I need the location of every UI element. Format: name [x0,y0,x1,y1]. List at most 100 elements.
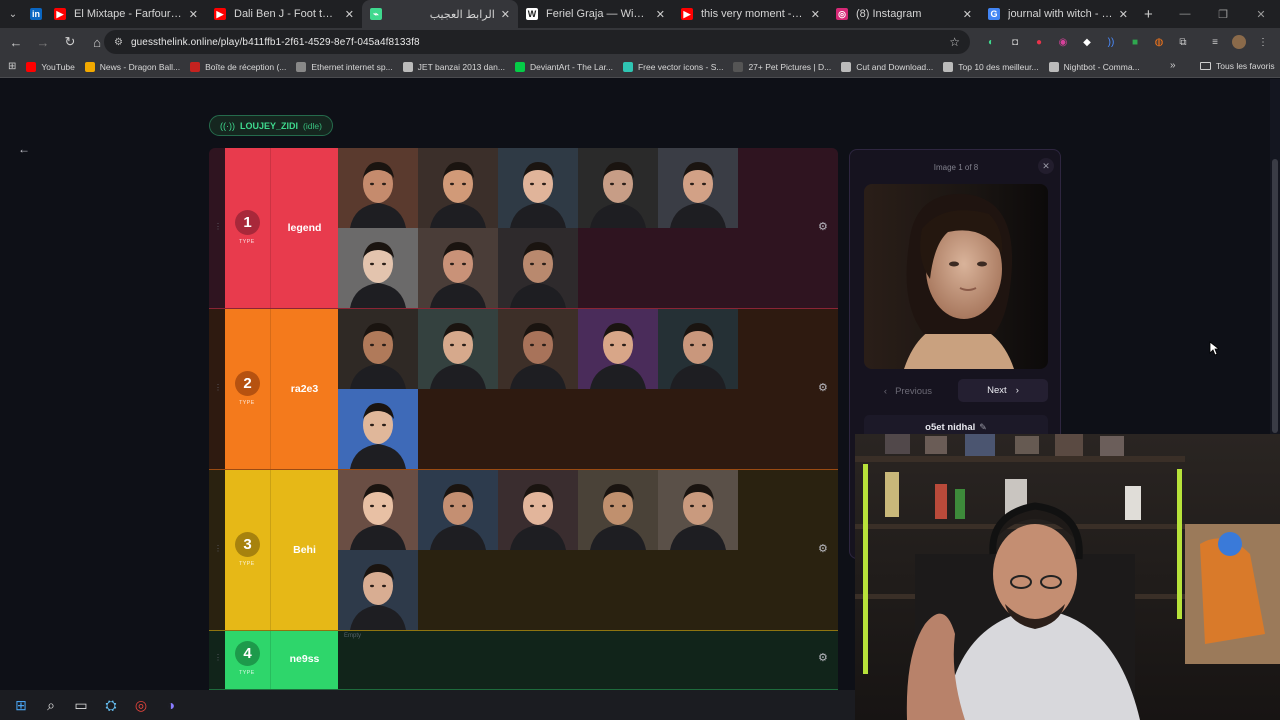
bookmark-item[interactable]: News - Dragon Ball... [84,61,180,72]
site-icon: ⌁ [370,8,382,20]
actor-image-tile[interactable] [338,470,418,550]
close-tab-icon[interactable]: ✕ [963,8,972,21]
tier-name: Behi [293,544,316,556]
tier-label[interactable]: 3 TYPE Behi [225,470,338,631]
camera-extension-icon[interactable]: ◘ [1006,33,1024,51]
actor-image-tile[interactable] [498,228,578,308]
search-icon[interactable]: ⌕ [42,696,60,714]
actor-image-tile[interactable] [498,148,578,228]
back-arrow-icon[interactable]: ← [14,139,34,159]
extension-icon[interactable]: ◆ [1078,33,1096,51]
steam-icon[interactable]: ⛭ [102,696,120,714]
actor-image-tile[interactable] [338,228,418,308]
edit-pencil-icon[interactable]: ✎ [979,422,987,432]
actor-image-tile[interactable] [418,470,498,550]
browser-tab[interactable]: ⌁ الرابط العجيب ✕ [362,0,518,28]
media-control-icon[interactable]: ≡ [1206,33,1224,51]
bookmark-favicon-icon [84,61,95,72]
all-bookmarks-button[interactable]: Tous les favoris [1200,61,1275,71]
bookmark-item[interactable]: Cut and Download... [841,61,933,72]
close-tab-icon[interactable]: ✕ [189,8,198,21]
close-window-icon[interactable]: ✕ [1242,0,1280,28]
actor-image-tile[interactable] [338,550,418,630]
browser-tab[interactable]: ▶ this very moment - YouTube ✕ [673,0,828,28]
avatar[interactable] [1230,33,1248,51]
actor-image-tile[interactable] [418,148,498,228]
tab-search-icon[interactable]: ⌄ [0,0,26,28]
previous-button[interactable]: ‹ Previous [864,380,952,402]
close-tab-icon[interactable]: ✕ [656,8,665,21]
close-tab-icon[interactable]: ✕ [501,8,510,21]
actor-image-tile[interactable] [658,470,738,550]
tier-settings-gear-icon[interactable]: ⚙ [818,651,828,664]
close-tab-icon[interactable]: ✕ [811,8,820,21]
minimize-icon[interactable]: — [1166,0,1204,28]
browser-tab[interactable]: ▶ El Mixtape - Farfouri - YouTube ✕ [46,0,206,28]
close-tab-icon[interactable]: ✕ [345,8,354,21]
new-tab-button[interactable]: + [1144,6,1153,23]
discord-icon[interactable]: ◑ [162,696,180,714]
close-tab-icon[interactable]: ✕ [1119,8,1128,21]
bookmark-item[interactable]: Boîte de réception (... [190,61,286,72]
chevron-more-icon[interactable]: » [1170,60,1176,71]
actor-image-tile[interactable] [418,228,498,308]
tab-title: this very moment - YouTube [701,8,805,20]
extension-icon[interactable]: ◍ [1150,33,1168,51]
browser-tab[interactable]: ▶ Dali Ben J - Foot tu - YouTube ✕ [206,0,362,28]
tier-settings-gear-icon[interactable]: ⚙ [818,381,828,394]
extension-icon[interactable]: )) [1102,33,1120,51]
actor-image-tile[interactable] [338,309,418,389]
bookmark-item[interactable]: Ethernet internet sp... [296,61,393,72]
extension-icon[interactable]: ■ [1126,33,1144,51]
actor-image-tile[interactable] [578,470,658,550]
folder-icon [1200,62,1211,70]
bookmark-item[interactable]: DeviantArt - The Lar... [514,61,613,72]
bookmark-item[interactable]: Nightbot - Comma... [1048,61,1140,72]
reload-icon[interactable]: ↻ [58,30,82,54]
address-bar[interactable]: ⚙ guessthelink.online/play/b411ffb1-2f61… [104,30,970,54]
extension-icon[interactable]: ◉ [1054,33,1072,51]
windows-start-icon[interactable]: ⊞ [12,696,30,714]
site-info-icon[interactable]: ⚙ [114,37,123,48]
tier-settings-gear-icon[interactable]: ⚙ [818,542,828,555]
close-icon[interactable]: ✕ [1038,158,1054,174]
tier-settings-gear-icon[interactable]: ⚙ [818,220,828,233]
actor-image-tile[interactable] [338,389,418,469]
actor-image-tile[interactable] [658,309,738,389]
actor-image-tile[interactable] [338,148,418,228]
tier-label[interactable]: 1 TYPE legend [225,148,338,309]
scrollbar-thumb[interactable] [1272,159,1278,433]
actor-image-tile[interactable] [418,309,498,389]
actor-image-tile[interactable] [578,148,658,228]
chrome-icon[interactable]: ◎ [132,696,150,714]
file-explorer-icon[interactable]: ▭ [72,696,90,714]
bookmark-item[interactable]: YouTube [26,61,75,72]
bookmark-item[interactable]: 27+ Pet Pictures | D... [733,61,831,72]
tier-label[interactable]: 2 TYPE ra2e3 [225,309,338,470]
actor-image-tile[interactable] [658,148,738,228]
kebab-menu-icon[interactable]: ⋮ [1254,33,1272,51]
bookmark-item[interactable]: Free vector icons - S... [622,61,723,72]
forward-arrow-icon[interactable]: → [31,30,55,54]
extensions-puzzle-icon[interactable]: ⧉ [1174,33,1192,51]
bookmark-item[interactable]: Top 10 des meilleur... [943,61,1039,72]
browser-tab[interactable]: ◎ (8) Instagram ✕ [828,0,980,28]
bookmark-item[interactable]: JET banzai 2013 dan... [402,61,505,72]
guess-text[interactable]: o5et nidhal ✎ [864,422,1048,433]
browser-tab[interactable]: in [26,0,46,28]
back-arrow-icon[interactable]: ← [4,30,28,54]
browser-tab[interactable]: Gjournal with witch - Recherche ✕ [980,0,1136,28]
player-badge: ((·)) LOUJEY_ZIDI (idle) [209,115,333,136]
extension-icon[interactable]: ● [1030,33,1048,51]
tier-row: ⋮⋮ 2 TYPE ra2e3 ⚙ [209,309,838,470]
tier-label[interactable]: 4 TYPE ne9ss [225,631,338,690]
next-button[interactable]: Next › [958,379,1048,402]
actor-image-tile[interactable] [578,309,658,389]
bookmark-star-icon[interactable]: ☆ [949,35,960,49]
actor-image-tile[interactable] [498,309,578,389]
maximize-icon[interactable]: ❐ [1204,0,1242,28]
extension-icon[interactable]: ◐ [982,33,1000,51]
actor-image-tile[interactable] [498,470,578,550]
apps-grid-icon[interactable]: ⊞ [8,61,16,72]
browser-tab[interactable]: W Feriel Graja — Wikipédia ✕ [518,0,673,28]
